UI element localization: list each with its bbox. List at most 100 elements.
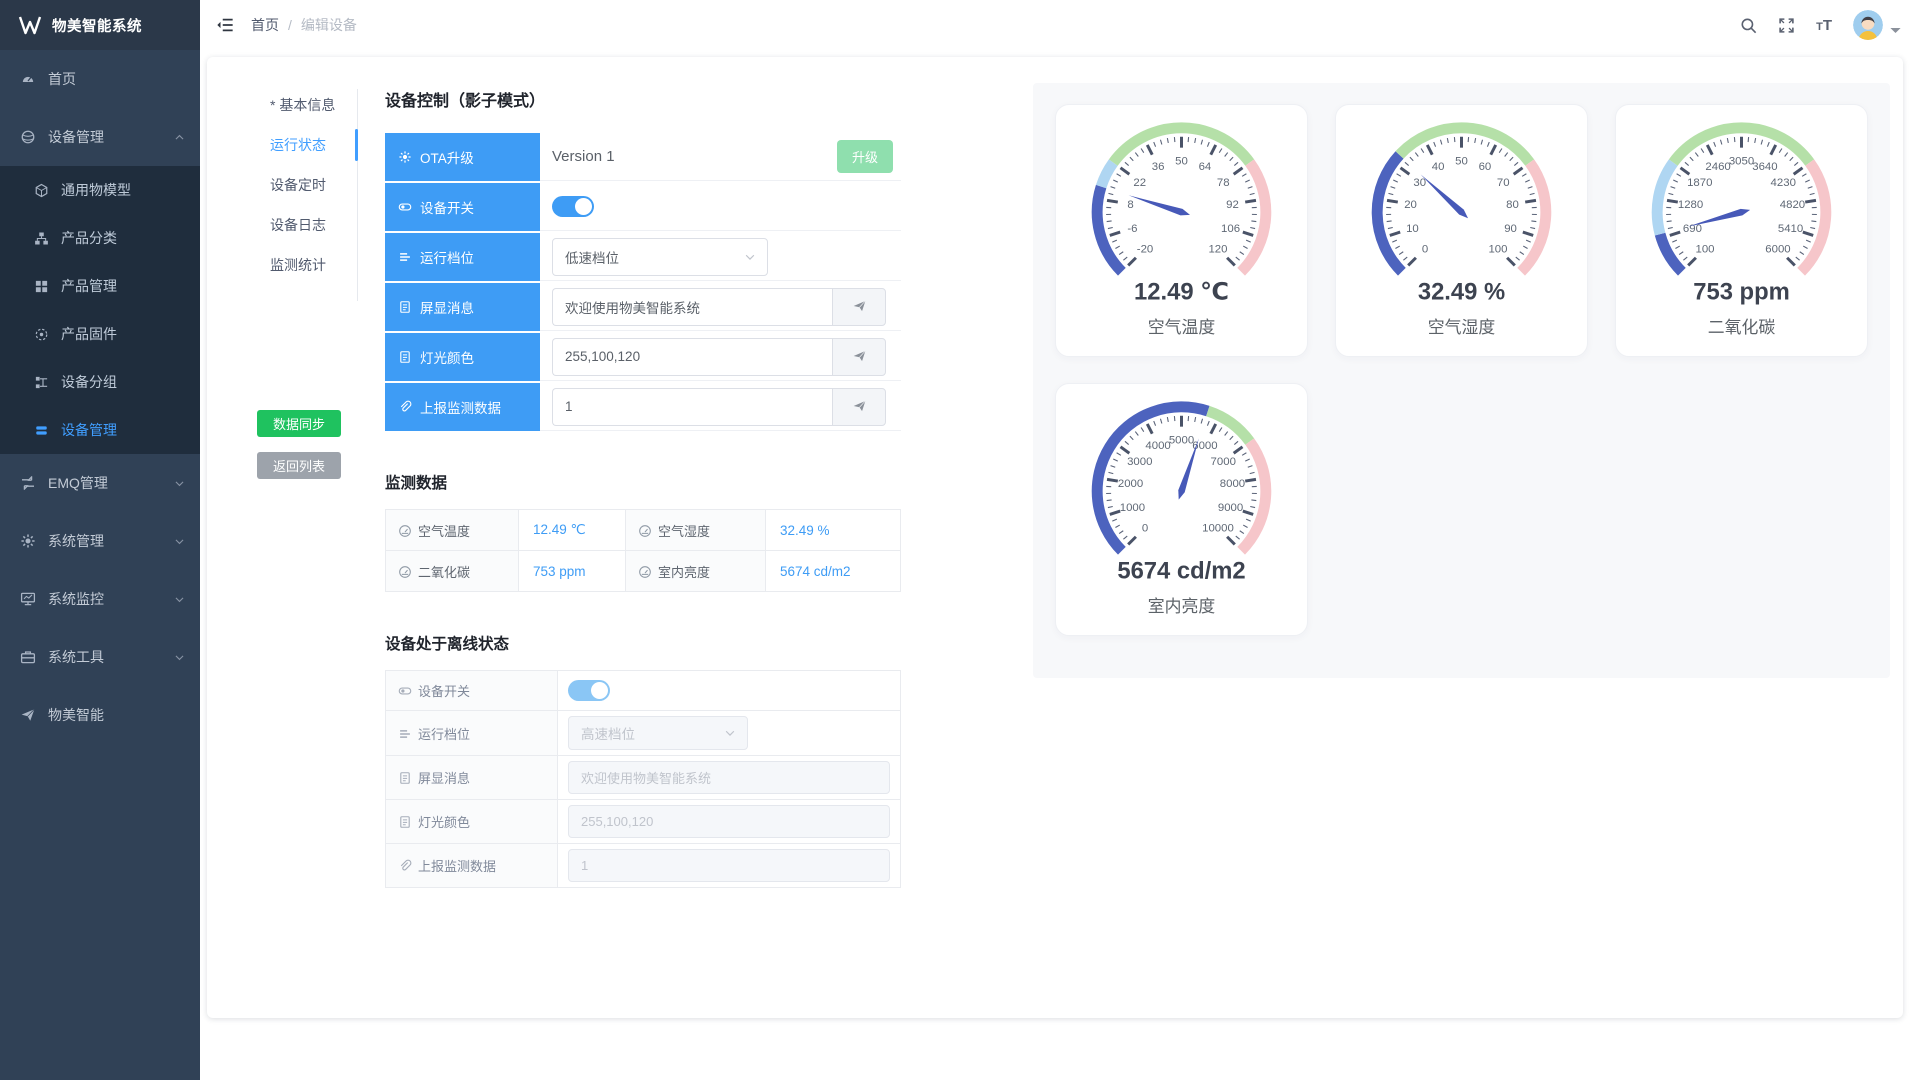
offline-row-offline-run-gear: 运行档位高速档位	[386, 711, 901, 756]
run-gear-select[interactable]: 低速档位	[552, 238, 768, 276]
svg-text:2000: 2000	[1118, 478, 1143, 490]
offline-run-gear-select: 高速档位	[568, 716, 748, 750]
svg-text:40: 40	[1432, 161, 1445, 173]
avatar[interactable]	[1853, 10, 1883, 40]
paperclip-icon	[398, 400, 412, 414]
breadcrumb-separator: /	[288, 17, 292, 33]
chevron-down-icon	[173, 593, 186, 606]
sidebar-subitem-product-firmware[interactable]: 产品固件	[0, 310, 200, 358]
sidebar-subitem-product-category[interactable]: 产品分类	[0, 214, 200, 262]
monitor-label: 室内亮度	[626, 551, 766, 592]
svg-text:9000: 9000	[1218, 502, 1243, 514]
svg-text:100: 100	[1488, 244, 1507, 256]
light-color-icon	[398, 350, 412, 364]
shadow-row-label: OTA升级	[385, 133, 540, 181]
svg-text:12.49 ℃: 12.49 ℃	[1134, 278, 1229, 305]
svg-text:36: 36	[1152, 161, 1165, 173]
sidebar-subitem-device-group[interactable]: 设备分组	[0, 358, 200, 406]
tab-basic-info[interactable]: * 基本信息	[270, 85, 335, 125]
run-status-panel: 设备控制（影子模式） OTA升级Version 1升级设备开关运行档位低速档位屏…	[385, 79, 901, 888]
sidebar-item-home[interactable]: 首页	[0, 50, 200, 108]
gauge-air-humidity: 010203040506070809010032.49 %空气湿度	[1335, 104, 1588, 357]
offline-light-color-input	[568, 805, 890, 838]
gauge-small-icon	[638, 565, 652, 579]
offline-row-offline-light-color: 灯光颜色	[386, 800, 901, 844]
screen-message-send-button[interactable]	[832, 288, 886, 326]
svg-text:1280: 1280	[1678, 199, 1703, 211]
tab-monitor-stats[interactable]: 监测统计	[270, 245, 335, 285]
cube-icon	[34, 183, 49, 198]
svg-text:120: 120	[1208, 244, 1227, 256]
svg-text:-20: -20	[1137, 244, 1153, 256]
sidebar-subitem-product-management[interactable]: 产品管理	[0, 262, 200, 310]
sidebar-item-system-monitor[interactable]: 系统监控	[0, 570, 200, 628]
wumei-logo-icon	[18, 14, 42, 36]
sidebar-item-emq-management[interactable]: EMQ管理	[0, 454, 200, 512]
top-navbar: 首页 / 编辑设备 TT	[200, 0, 1920, 50]
svg-text:3050: 3050	[1729, 156, 1754, 168]
sidebar-item-wumei-smart[interactable]: 物美智能	[0, 686, 200, 744]
light-color-send-button[interactable]	[832, 338, 886, 376]
sidebar-subitem-device-list[interactable]: 设备管理	[0, 406, 200, 454]
svg-text:753 ppm: 753 ppm	[1693, 278, 1790, 305]
breadcrumb-current: 编辑设备	[301, 15, 357, 35]
light-color-icon	[398, 815, 412, 829]
plane-icon	[20, 707, 36, 723]
svg-text:78: 78	[1217, 177, 1230, 189]
gauge-small-icon	[398, 565, 412, 579]
user-menu[interactable]	[1853, 10, 1904, 40]
app-logo: 物美智能系统	[0, 0, 200, 50]
sidebar-subitem-thing-model[interactable]: 通用物模型	[0, 166, 200, 214]
back-to-list-button[interactable]: 返回列表	[257, 452, 341, 479]
offline-screen-message-input	[568, 761, 890, 794]
shadow-row-label: 运行档位	[385, 233, 540, 281]
offline-title: 设备处于离线状态	[385, 632, 901, 654]
search-icon[interactable]	[1740, 17, 1757, 34]
svg-text:20: 20	[1404, 199, 1417, 211]
device-subnav: * 基本信息运行状态设备定时设备日志监测统计	[270, 85, 335, 285]
report-monitor-data-input[interactable]	[552, 388, 832, 426]
gauge-small-icon	[398, 524, 412, 538]
fullscreen-icon[interactable]	[1778, 17, 1795, 34]
firmware-icon	[34, 327, 49, 342]
monitor-icon	[20, 591, 36, 607]
monitor-data-table: 空气温度12.49 ℃空气湿度32.49 %二氧化碳753 ppm室内亮度567…	[385, 509, 901, 592]
ota-version-text: Version 1	[552, 148, 615, 165]
grid-icon	[34, 279, 49, 294]
device-switch-toggle[interactable]	[552, 196, 594, 217]
svg-text:5000: 5000	[1169, 435, 1194, 447]
svg-text:4820: 4820	[1780, 199, 1805, 211]
tab-device-log[interactable]: 设备日志	[270, 205, 335, 245]
app-title: 物美智能系统	[52, 15, 142, 36]
sidebar-item-device-management[interactable]: 设备管理	[0, 108, 200, 166]
light-color-input[interactable]	[552, 338, 832, 376]
gauge-co2: 1006901280187024603050364042304820541060…	[1615, 104, 1868, 357]
svg-text:3000: 3000	[1127, 456, 1152, 468]
report-monitor-data-send-button[interactable]	[832, 388, 886, 426]
svg-text:5674 cd/m2: 5674 cd/m2	[1117, 557, 1245, 584]
svg-text:60: 60	[1479, 161, 1492, 173]
upgrade-button[interactable]: 升级	[837, 140, 893, 173]
gauge-small-icon	[638, 524, 652, 538]
chevron-up-icon	[173, 131, 186, 144]
tab-device-timer[interactable]: 设备定时	[270, 165, 335, 205]
shadow-row-run-gear: 运行档位低速档位	[385, 233, 901, 281]
sync-data-button[interactable]: 数据同步	[257, 410, 341, 437]
breadcrumb-home[interactable]: 首页	[251, 15, 279, 35]
screen-message-icon	[398, 300, 412, 314]
svg-text:80: 80	[1506, 199, 1519, 211]
gear-level-icon	[398, 250, 412, 264]
switch-icon	[398, 684, 412, 698]
subnav-buttons: 数据同步 返回列表	[257, 410, 341, 479]
svg-text:70: 70	[1497, 177, 1510, 189]
svg-text:50: 50	[1455, 156, 1468, 168]
offline-label: 上报监测数据	[386, 844, 558, 888]
tab-run-status[interactable]: 运行状态	[270, 125, 335, 165]
screen-message-input[interactable]	[552, 288, 832, 326]
sidebar-item-system-tools[interactable]: 系统工具	[0, 628, 200, 686]
sidebar-item-system-management[interactable]: 系统管理	[0, 512, 200, 570]
font-size-icon[interactable]: TT	[1816, 17, 1832, 34]
sidebar-fold-icon[interactable]	[216, 16, 234, 34]
gauge-indoor-brightness: 0100020003000400050006000700080009000100…	[1055, 383, 1308, 636]
caret-down-icon[interactable]	[1887, 22, 1904, 39]
